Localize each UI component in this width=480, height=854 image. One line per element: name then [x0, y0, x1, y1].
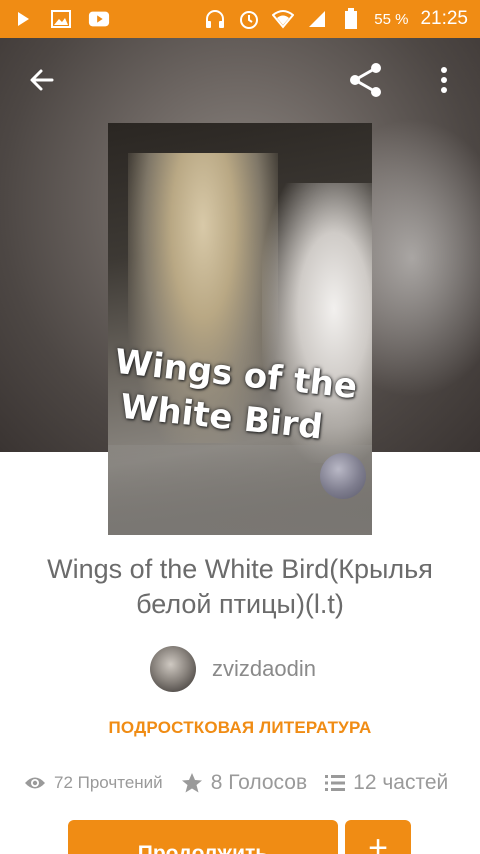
wifi-icon: [272, 8, 295, 30]
alarm-icon: [238, 8, 260, 30]
author-link[interactable]: zvizdaodin: [150, 646, 316, 692]
category-tag[interactable]: ПОДРОСТКОВАЯ ЛИТЕРАТУРА: [0, 718, 480, 738]
votes-count: 8 Голосов: [210, 771, 308, 794]
author-name[interactable]: zvizdaodin: [212, 656, 316, 682]
parts-stat: 12 частей: [325, 771, 448, 795]
story-stats: 72 Прочтений 8 Голосов 12 частей: [24, 766, 464, 800]
list-icon: [325, 775, 346, 791]
toolbar: [0, 38, 480, 122]
status-bar: 55 % 21:25: [0, 0, 480, 38]
reads-count: 72 Прочтений: [54, 773, 163, 792]
avatar[interactable]: [150, 646, 196, 692]
gallery-icon: [50, 8, 72, 30]
back-button[interactable]: [24, 62, 60, 98]
share-icon: [350, 63, 381, 97]
continue-reading-button[interactable]: Продолжить: [68, 820, 338, 854]
more-options-button[interactable]: [430, 62, 458, 98]
book-title: Wings of the White Bird(Крылья белой пти…: [47, 554, 433, 619]
add-to-library-button[interactable]: +: [345, 820, 411, 854]
share-button[interactable]: [346, 60, 386, 100]
play-store-icon: [12, 8, 34, 30]
arrow-left-icon: [30, 69, 54, 91]
moon-face-icon: [320, 453, 366, 499]
book-cover[interactable]: Wings of the White Bird: [108, 123, 372, 535]
battery-percent: 55 %: [374, 10, 409, 28]
headphones-icon: [204, 8, 226, 30]
more-vert-icon: [441, 67, 447, 93]
parts-count: 12 частей: [353, 771, 449, 794]
reads-stat: 72 Прочтений: [24, 773, 163, 793]
battery-icon: [340, 8, 362, 30]
votes-stat: 8 Голосов: [181, 771, 307, 795]
youtube-icon: [88, 8, 110, 30]
clock: 21:25: [420, 8, 468, 29]
signal-icon: [306, 8, 328, 30]
eye-icon: [25, 777, 45, 789]
star-icon: [181, 773, 202, 793]
